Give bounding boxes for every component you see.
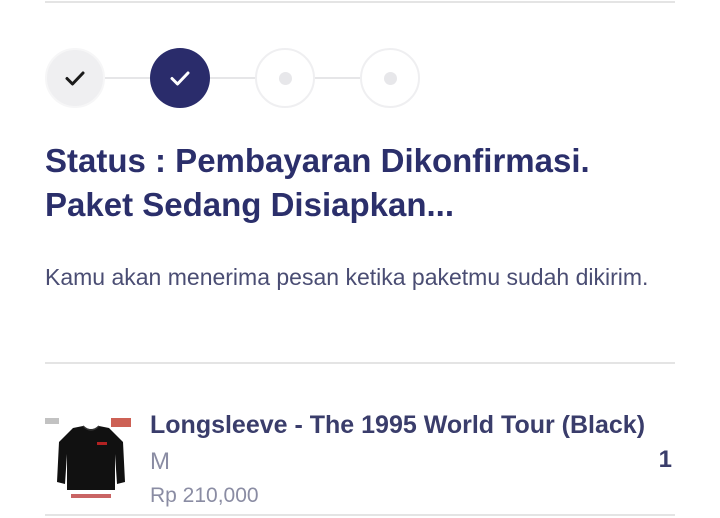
step-connector: [210, 77, 256, 79]
product-quantity: 1: [658, 446, 672, 473]
check-icon: [65, 71, 85, 86]
step-4-pending: [360, 48, 420, 108]
top-divider: [45, 1, 675, 3]
order-progress-stepper: [45, 48, 425, 110]
status-title: Status : Pembayaran Dikonfirmasi. Paket …: [45, 142, 590, 223]
check-icon: [170, 71, 190, 86]
dot-icon: [383, 71, 397, 85]
product-name[interactable]: Longsleeve - The 1995 World Tour (Black): [150, 411, 645, 440]
section-divider: [45, 362, 675, 364]
product-variant: M: [150, 448, 170, 475]
dot-icon: [278, 71, 292, 85]
step-1-completed: [45, 48, 105, 108]
product-thumbnail[interactable]: [45, 412, 137, 504]
status-description: Kamu akan menerima pesan ketika paketmu …: [45, 264, 649, 290]
step-connector: [105, 77, 151, 79]
black-longsleeve-shirt-image: [45, 418, 131, 498]
product-price: Rp 210,000: [150, 484, 259, 507]
step-connector: [315, 77, 361, 79]
step-3-pending: [255, 48, 315, 108]
bottom-divider: [45, 514, 675, 516]
step-2-current: [150, 48, 210, 108]
